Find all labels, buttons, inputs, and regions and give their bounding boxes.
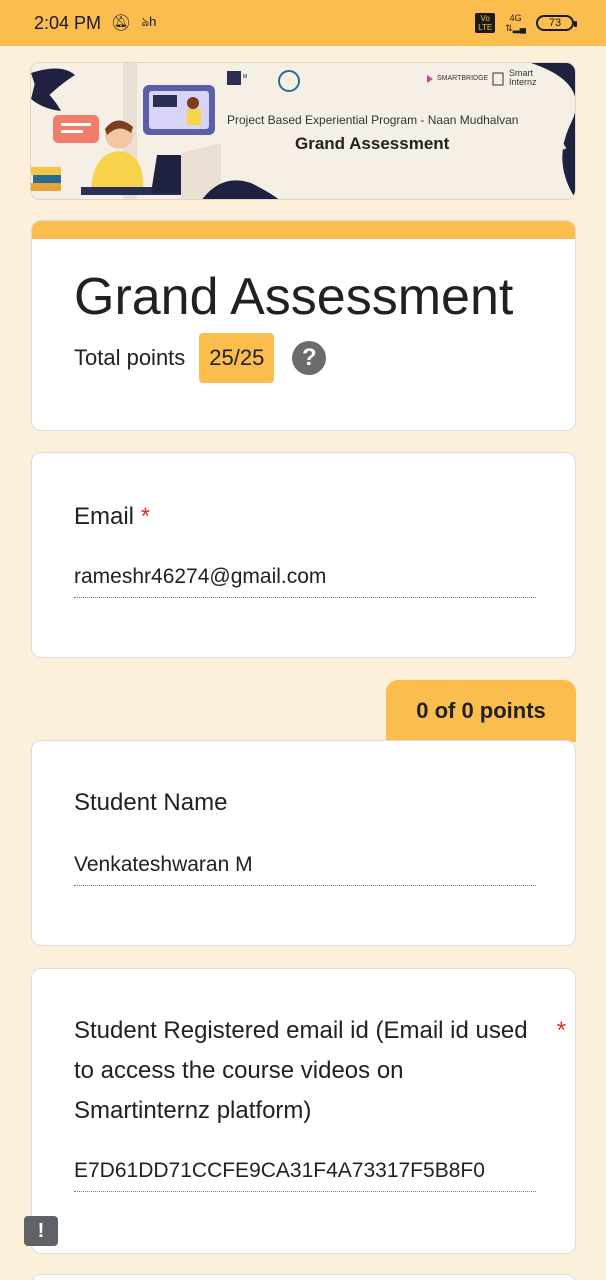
total-points-row: Total points 25/25 ? xyxy=(74,333,327,383)
question-label: Student Name xyxy=(74,789,228,816)
banner-illustration xyxy=(31,63,575,199)
question-card-student-name: Student Name Venkateshwaran M xyxy=(31,740,576,946)
smartbridge-logo: SMARTBRIDGE xyxy=(437,75,489,82)
battery-icon: 73 xyxy=(536,15,577,31)
question-card-email: Email * rameshr46274@gmail.com xyxy=(31,452,576,658)
banner-title: Grand Assessment xyxy=(295,134,450,153)
form-title-card: Grand Assessment Total points 25/25 ? xyxy=(31,220,576,431)
answer-text: Venkateshwaran M xyxy=(74,853,536,886)
required-marker: * xyxy=(140,503,151,530)
volte-icon: Vo LTE xyxy=(475,13,496,33)
status-bar: 2:04 PM 🔕︎ ঌh Vo LTE 4G ⇅▂▄ 73 xyxy=(0,0,606,46)
app-notification-icon: ঌh xyxy=(141,13,157,29)
header-banner-image: ᴹ SMARTBRIDGE Smart Internz Project Base… xyxy=(30,62,576,200)
question-label: Student Registered email id (Email id us… xyxy=(74,1011,566,1131)
report-feedback-button[interactable]: ! xyxy=(24,1216,58,1246)
required-marker: * xyxy=(556,1017,566,1044)
next-question-card xyxy=(31,1274,576,1280)
total-points-badge: 25/25 xyxy=(199,333,275,383)
status-time: 2:04 PM xyxy=(34,12,102,33)
title-card-accent-bar xyxy=(32,221,575,239)
total-points-label: Total points xyxy=(74,345,186,370)
signal-icon: 4G ⇅▂▄ xyxy=(505,13,526,33)
answer-text: E7D61DD71CCFE9CA31F4A73317F5B8F0 xyxy=(74,1159,536,1192)
question-label: Email * xyxy=(74,503,151,530)
mute-icon: 🔕︎ xyxy=(111,15,132,32)
help-icon[interactable]: ? xyxy=(292,341,327,375)
smartinternz-logo: Smart Internz xyxy=(509,68,537,87)
naan-mudhalvan-logo: ᴹ xyxy=(243,73,248,82)
question-points-tab: 0 of 0 points xyxy=(386,680,576,742)
form-title: Grand Assessment xyxy=(74,268,514,326)
answer-text: rameshr46274@gmail.com xyxy=(74,565,536,598)
question-card-registered-email: Student Registered email id (Email id us… xyxy=(31,968,576,1254)
banner-subtitle: Project Based Experiential Program - Naa… xyxy=(227,113,519,127)
